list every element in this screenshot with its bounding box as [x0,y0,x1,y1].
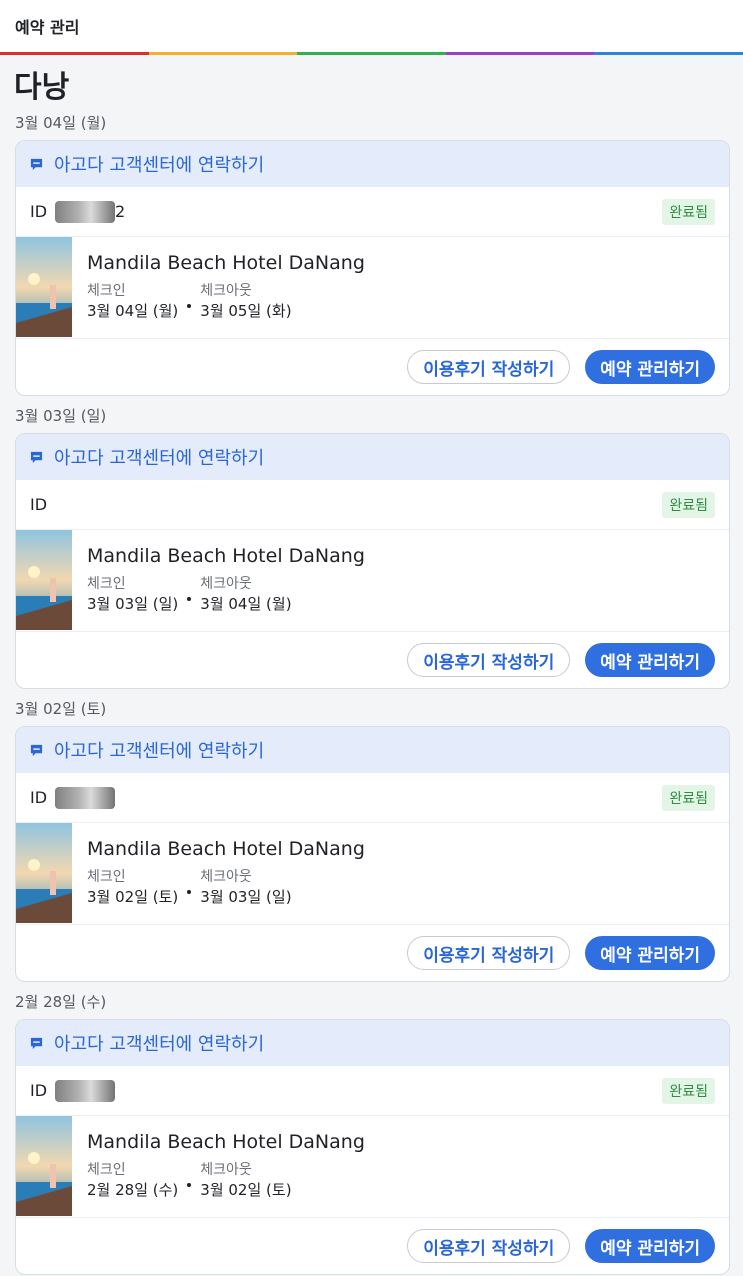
checkin-label: 체크인 [87,576,126,592]
booking-id-label: ID [30,202,48,221]
hotel-name: Mandila Beach Hotel DaNang [87,838,365,860]
checkin-date: 3월 03일 (일) [87,595,179,613]
booking-card: 아고다 고객센터에 연락하기 ID 2 완료됨 Mandila Beach Ho… [15,140,730,396]
checkout-label: 체크아웃 [200,576,252,592]
redacted-booking-id [55,1079,116,1102]
booking-id-label: ID [30,495,48,514]
write-review-button[interactable]: 이용후기 작성하기 [407,1229,571,1263]
booking-card: 아고다 고객센터에 연락하기 ID 완료됨 Mandila Beach Hote… [15,433,730,689]
manage-booking-button[interactable]: 예약 관리하기 [585,643,715,677]
redacted-booking-id [55,786,116,809]
booking-id-tail: 2 [115,202,126,221]
contact-support-link[interactable]: 아고다 고객센터에 연락하기 [16,727,729,773]
checkout-label: 체크아웃 [200,1162,252,1178]
hotel-name: Mandila Beach Hotel DaNang [87,545,365,567]
hotel-row[interactable]: Mandila Beach Hotel DaNang 체크인 3월 04일 (월… [16,237,729,339]
hotel-thumbnail [16,530,72,630]
contact-support-link[interactable]: 아고다 고객센터에 연락하기 [16,141,729,187]
chat-bubble-icon [30,158,43,170]
booking-section: 3월 03일 (일) 아고다 고객센터에 연락하기 ID 완료됨 Mandila… [0,406,743,699]
contact-support-label: 아고다 고객센터에 연락하기 [54,448,265,469]
checkin-label: 체크인 [87,283,126,299]
booking-actions: 이용후기 작성하기 예약 관리하기 [16,925,729,981]
status-badge: 완료됨 [662,198,715,225]
booking-id-row: ID 완료됨 [16,1066,729,1116]
contact-support-label: 아고다 고객센터에 연락하기 [54,741,265,762]
booking-card: 아고다 고객센터에 연락하기 ID 완료됨 Mandila Beach Hote… [15,1019,730,1275]
booking-actions: 이용후기 작성하기 예약 관리하기 [16,632,729,688]
contact-support-label: 아고다 고객센터에 연락하기 [54,155,265,176]
booking-date: 3월 03일 (일) [15,407,107,425]
booking-list: 3월 04일 (월) 아고다 고객센터에 연락하기 ID 2 완료됨 Mandi… [0,113,743,1276]
status-badge: 완료됨 [662,1077,715,1104]
booking-card: 아고다 고객센터에 연락하기 ID 완료됨 Mandila Beach Hote… [15,726,730,982]
manage-booking-button[interactable]: 예약 관리하기 [585,1229,715,1263]
status-badge: 완료됨 [662,491,715,518]
booking-date: 3월 02일 (토) [15,700,107,718]
city-heading: 다낭 [14,70,70,105]
manage-booking-button[interactable]: 예약 관리하기 [585,936,715,970]
checkout-date: 3월 05일 (화) [200,302,292,320]
hotel-name: Mandila Beach Hotel DaNang [87,1131,365,1153]
booking-id-label: ID [30,1081,48,1100]
checkin-date: 3월 02일 (토) [87,888,179,906]
chat-bubble-icon [30,451,43,463]
manage-booking-button[interactable]: 예약 관리하기 [585,350,715,384]
checkout-date: 3월 02일 (토) [200,1181,292,1199]
write-review-button[interactable]: 이용후기 작성하기 [407,350,571,384]
chat-bubble-icon [30,1037,43,1049]
checkin-date: 2월 28일 (수) [87,1181,179,1199]
page-header: 예약 관리 [0,0,743,52]
hotel-row[interactable]: Mandila Beach Hotel DaNang 체크인 2월 28일 (수… [16,1116,729,1218]
checkout-label: 체크아웃 [200,869,252,885]
booking-id-row: ID 2 완료됨 [16,187,729,237]
booking-id-label: ID [30,788,48,807]
write-review-button[interactable]: 이용후기 작성하기 [407,936,571,970]
hotel-name: Mandila Beach Hotel DaNang [87,252,365,274]
booking-date: 3월 04일 (월) [15,114,107,132]
booking-id-row: ID 완료됨 [16,480,729,530]
hotel-row[interactable]: Mandila Beach Hotel DaNang 체크인 3월 02일 (토… [16,823,729,925]
date-separator-dot [187,890,192,894]
booking-actions: 이용후기 작성하기 예약 관리하기 [16,339,729,395]
checkout-date: 3월 03일 (일) [200,888,292,906]
contact-support-link[interactable]: 아고다 고객센터에 연락하기 [16,1020,729,1066]
checkin-label: 체크인 [87,1162,126,1178]
booking-id-row: ID 완료됨 [16,773,729,823]
hotel-thumbnail [16,237,72,337]
redacted-booking-id [55,200,116,223]
contact-support-label: 아고다 고객센터에 연락하기 [54,1034,265,1055]
checkout-date: 3월 04일 (월) [200,595,292,613]
date-separator-dot [187,597,192,601]
contact-support-link[interactable]: 아고다 고객센터에 연락하기 [16,434,729,480]
hotel-thumbnail [16,823,72,923]
checkin-date: 3월 04일 (월) [87,302,179,320]
booking-actions: 이용후기 작성하기 예약 관리하기 [16,1218,729,1274]
chat-bubble-icon [30,744,43,756]
booking-date: 2월 28일 (수) [15,993,107,1011]
page-title: 예약 관리 [15,18,80,37]
date-separator-dot [187,304,192,308]
booking-section: 2월 28일 (수) 아고다 고객센터에 연락하기 ID 완료됨 Mandila… [0,992,743,1276]
checkout-label: 체크아웃 [200,283,252,299]
hotel-row[interactable]: Mandila Beach Hotel DaNang 체크인 3월 03일 (일… [16,530,729,632]
booking-section: 3월 02일 (토) 아고다 고객센터에 연락하기 ID 완료됨 Mandila… [0,699,743,992]
date-separator-dot [187,1183,192,1187]
status-badge: 완료됨 [662,784,715,811]
brand-stripe [0,52,743,55]
booking-section: 3월 04일 (월) 아고다 고객센터에 연락하기 ID 2 완료됨 Mandi… [0,113,743,406]
write-review-button[interactable]: 이용후기 작성하기 [407,643,571,677]
hotel-thumbnail [16,1116,72,1216]
checkin-label: 체크인 [87,869,126,885]
